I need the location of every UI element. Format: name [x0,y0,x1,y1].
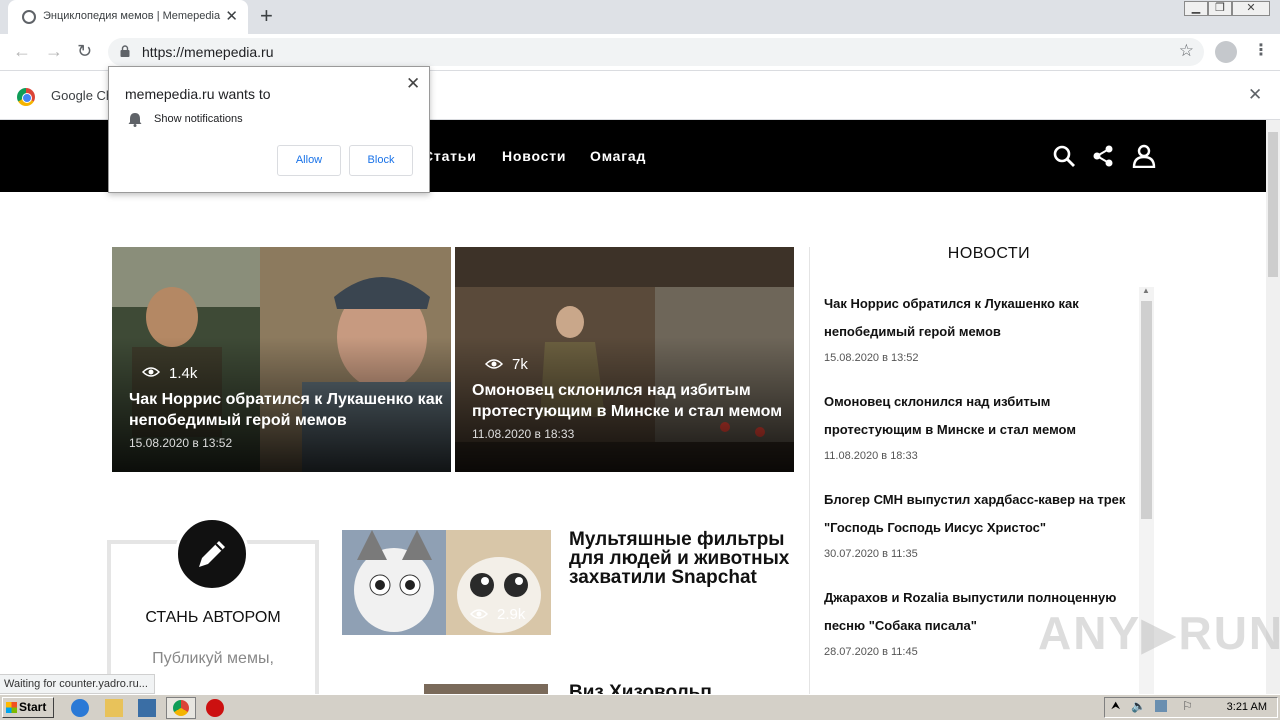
system-tray: ⮝ 🔈 ⚐ 3:21 AM [1104,697,1278,718]
profile-icon[interactable] [1215,41,1237,63]
browser-tab[interactable]: Энциклопедия мемов | Memepedia ✕ [8,0,248,34]
chrome-taskbar-button[interactable] [166,697,196,719]
flag-icon[interactable]: ⚐ [1182,699,1193,713]
address-bar[interactable]: https://memepedia.ru ☆ [108,38,1204,66]
back-icon[interactable]: ← [13,41,31,62]
bell-icon [128,113,142,127]
clock: 3:21 AM [1226,701,1267,713]
card-date: 15.08.2020 в 13:52 [129,436,233,450]
scroll-up-icon[interactable]: ▲ [1142,286,1150,295]
news-title[interactable]: Блогер СМН выпустил хардбасс-кавер на тр… [824,486,1138,542]
user-icon[interactable] [1132,144,1156,168]
tab-close-icon[interactable]: ✕ [225,7,238,25]
network-icon[interactable] [1155,700,1167,712]
page-scrollbar-thumb[interactable] [1268,132,1278,277]
pencil-icon [199,541,225,567]
news-item[interactable]: Омоновец склонился над избитым протестую… [824,388,1138,462]
new-tab-plus-icon[interactable]: + [260,3,273,29]
article-title[interactable]: Мультяшные фильтры для людей и животных … [569,530,794,587]
chrome-icon [173,700,189,716]
start-label: Start [19,700,47,714]
reload-icon[interactable]: ↻ [77,41,92,62]
article-thumbnail[interactable]: 2.9k [342,530,551,635]
taskbar: Start ⮝ 🔈 ⚐ 3:21 AM [0,694,1280,720]
view-count: 7k [512,356,528,373]
news-date: 11.08.2020 в 18:33 [824,450,918,462]
nav-link-articles[interactable]: Статьи [423,148,477,164]
tab-title: Энциклопедия мемов | Memepedia [43,10,221,22]
news-date: 30.07.2020 в 11:35 [824,548,918,560]
windows-logo-icon [6,702,17,713]
eye-icon [470,609,488,619]
news-item[interactable]: Блогер СМН выпустил хардбасс-кавер на тр… [824,486,1138,560]
popup-close-icon[interactable]: ✕ [406,74,420,94]
menu-icon[interactable]: ⋮ [1253,40,1269,60]
globe-icon [22,10,36,24]
news-scrollbar-thumb[interactable] [1141,301,1152,519]
featured-card[interactable]: 7k Омоновец склонился над избитым протес… [455,247,794,472]
pencil-circle[interactable] [175,517,249,591]
tray-expand-icon[interactable]: ⮝ [1111,700,1120,713]
url-text: https://memepedia.ru [142,44,274,60]
card-title[interactable]: Чак Норрис обратился к Лукашенко как неп… [129,389,444,431]
watermark-logo: ANY▶RUN [1038,607,1280,659]
volume-icon[interactable]: 🔈 [1131,699,1146,713]
popup-title: memepedia.ru wants to [125,86,271,102]
news-date: 15.08.2020 в 13:52 [824,352,919,364]
view-count: 1.4k [169,365,198,382]
eye-icon [485,359,503,369]
author-box-title[interactable]: СТАНЬ АВТОРОМ [107,609,319,627]
tab-strip: Энциклопедия мемов | Memepedia ✕ + ▁ ❐ ✕ [0,0,1280,34]
star-icon[interactable]: ☆ [1179,41,1194,61]
chrome-logo-icon [17,88,35,106]
news-divider [809,247,810,694]
search-icon[interactable] [1052,144,1076,168]
start-button[interactable]: Start [2,697,54,718]
news-item[interactable]: Чак Норрис обратился к Лукашенко как неп… [824,290,1138,364]
nav-link-news[interactable]: Новости [502,148,566,164]
permission-text: Show notifications [154,113,243,125]
forward-icon[interactable]: → [45,41,63,62]
allow-button[interactable]: Allow [277,145,341,176]
card-title[interactable]: Омоновец склонился над избитым протестую… [472,380,787,422]
news-title[interactable]: Чак Норрис обратился к Лукашенко как неп… [824,290,1138,346]
card-date: 11.08.2020 в 18:33 [472,427,575,441]
news-title[interactable]: Омоновец склонился над избитым протестую… [824,388,1138,444]
restore-button[interactable]: ❐ [1208,1,1232,16]
folder-icon[interactable] [105,699,123,717]
info-bar-close-icon[interactable]: ✕ [1248,85,1262,105]
info-bar-text: Google Ch [51,88,114,103]
media-player-icon[interactable] [138,699,156,717]
nav-link-omagad[interactable]: Омагад [590,148,646,164]
featured-card[interactable]: 1.4k Чак Норрис обратился к Лукашенко ка… [112,247,451,472]
ie-icon[interactable] [71,699,89,717]
eye-icon [142,367,160,377]
block-button[interactable]: Block [349,145,413,176]
author-box-subtitle: Публикуй мемы, [152,650,274,667]
news-heading: НОВОСТИ [947,245,1031,262]
minimize-button[interactable]: ▁ [1184,1,1208,16]
status-bubble: Waiting for counter.yadro.ru... [0,674,155,694]
share-icon[interactable] [1092,144,1114,168]
window-close-button[interactable]: ✕ [1232,1,1270,16]
lock-icon [120,45,130,57]
notification-permission-popup: memepedia.ru wants to ✕ Show notificatio… [108,66,430,193]
opera-icon[interactable] [206,699,224,717]
view-count: 2.9k [497,606,526,623]
